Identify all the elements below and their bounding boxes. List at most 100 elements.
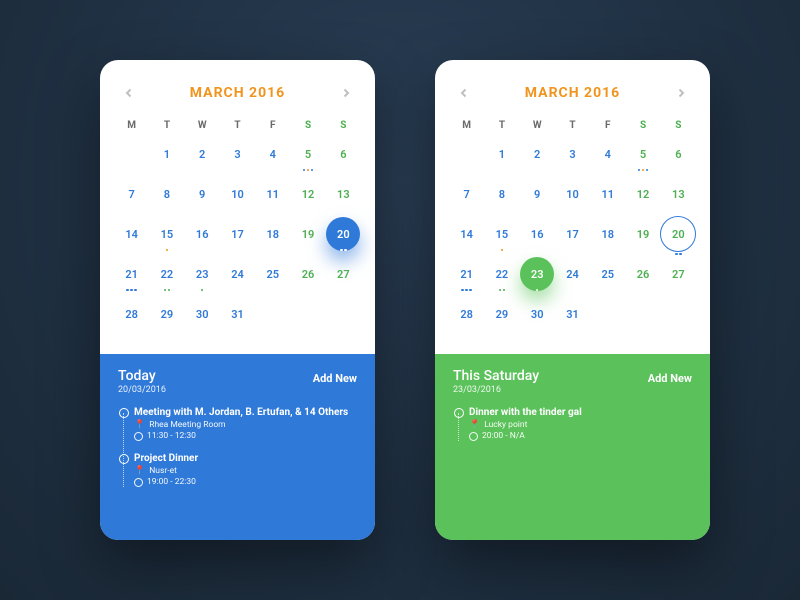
next-month-button[interactable]	[335, 82, 357, 104]
day-cell-8[interactable]: 8	[484, 179, 519, 209]
prev-month-button[interactable]	[118, 82, 140, 104]
day-cell-19[interactable]: 19	[290, 219, 325, 249]
day-of-week: S	[326, 120, 361, 131]
event-timeline: Dinner with the tinder gal📍Lucky point20…	[453, 407, 692, 441]
event-dots	[126, 289, 137, 292]
day-cell-7[interactable]: 7	[449, 179, 484, 209]
day-cell-5[interactable]: 5	[625, 139, 660, 169]
day-of-week: M	[114, 120, 149, 131]
add-new-button[interactable]: Add New	[313, 372, 357, 385]
day-cell-2[interactable]: 2	[520, 139, 555, 169]
day-cell-20[interactable]: 20	[326, 219, 361, 249]
event-dots	[166, 249, 169, 252]
day-cell-13[interactable]: 13	[326, 179, 361, 209]
event-panel: This Saturday23/03/2016 Add New Dinner wit…	[435, 354, 710, 540]
day-cell-25[interactable]: 25	[590, 259, 625, 289]
event-item[interactable]: Meeting with M. Jordan, B. Ertufan, & 14…	[134, 407, 357, 441]
day-cell-5[interactable]: 5	[290, 139, 325, 169]
day-of-week-row: MTWTFSS	[100, 116, 375, 133]
day-cell-23[interactable]: 23	[185, 259, 220, 289]
day-cell-31[interactable]: 31	[555, 299, 590, 329]
event-item[interactable]: Dinner with the tinder gal📍Lucky point20…	[469, 407, 692, 441]
day-of-week: T	[484, 120, 519, 131]
event-dots	[536, 289, 539, 292]
day-cell-1[interactable]: 1	[484, 139, 519, 169]
day-cell-18[interactable]: 18	[590, 219, 625, 249]
day-cell-24[interactable]: 24	[220, 259, 255, 289]
day-of-week: W	[185, 120, 220, 131]
panel-date: 20/03/2016	[118, 385, 166, 395]
day-cell-29[interactable]: 29	[149, 299, 184, 329]
day-cell-21[interactable]: 21	[114, 259, 149, 289]
day-cell-27[interactable]: 27	[661, 259, 696, 289]
day-cell-8[interactable]: 8	[149, 179, 184, 209]
day-cell-29[interactable]: 29	[484, 299, 519, 329]
day-cell-14[interactable]: 14	[449, 219, 484, 249]
day-of-week: S	[625, 120, 660, 131]
day-cell-30[interactable]: 30	[185, 299, 220, 329]
panel-title: Today	[118, 368, 166, 384]
day-cell-24[interactable]: 24	[555, 259, 590, 289]
day-cell-18[interactable]: 18	[255, 219, 290, 249]
day-of-week: M	[449, 120, 484, 131]
calendar-card-today: MARCH 2016MTWTFSS12345678910111213141516…	[100, 60, 375, 540]
event-title: Project Dinner	[134, 453, 357, 464]
day-cell-30[interactable]: 30	[520, 299, 555, 329]
event-item[interactable]: Project Dinner📍Nusr-et19:00 - 22:30	[134, 453, 357, 487]
day-cell-20[interactable]: 20	[661, 219, 696, 249]
day-cell-3[interactable]: 3	[555, 139, 590, 169]
day-cell-1[interactable]: 1	[149, 139, 184, 169]
day-of-week: T	[555, 120, 590, 131]
panel-title: This Saturday	[453, 368, 539, 384]
day-cell-15[interactable]: 15	[484, 219, 519, 249]
day-cell-11[interactable]: 11	[255, 179, 290, 209]
day-cell-15[interactable]: 15	[149, 219, 184, 249]
event-location: 📍Lucky point	[469, 420, 692, 430]
day-cell-28[interactable]: 28	[449, 299, 484, 329]
day-cell-4[interactable]: 4	[590, 139, 625, 169]
day-cell-16[interactable]: 16	[520, 219, 555, 249]
day-cell-27[interactable]: 27	[326, 259, 361, 289]
day-cell-4[interactable]: 4	[255, 139, 290, 169]
day-cell-12[interactable]: 12	[290, 179, 325, 209]
day-cell-19[interactable]: 19	[625, 219, 660, 249]
clock-icon	[469, 432, 478, 441]
day-cell-14[interactable]: 14	[114, 219, 149, 249]
day-cell-10[interactable]: 10	[555, 179, 590, 209]
day-cell-22[interactable]: 22	[149, 259, 184, 289]
pin-icon: 📍	[469, 420, 480, 430]
day-cell-21[interactable]: 21	[449, 259, 484, 289]
calendar-card-saturday: MARCH 2016MTWTFSS12345678910111213141516…	[435, 60, 710, 540]
day-cell-3[interactable]: 3	[220, 139, 255, 169]
day-cell-26[interactable]: 26	[290, 259, 325, 289]
day-cell-31[interactable]: 31	[220, 299, 255, 329]
day-cell-2[interactable]: 2	[185, 139, 220, 169]
day-cell-10[interactable]: 10	[220, 179, 255, 209]
next-month-button[interactable]	[670, 82, 692, 104]
day-cell-16[interactable]: 16	[185, 219, 220, 249]
day-cell-17[interactable]: 17	[555, 219, 590, 249]
day-cell-26[interactable]: 26	[625, 259, 660, 289]
day-cell-13[interactable]: 13	[661, 179, 696, 209]
panel-date: 23/03/2016	[453, 385, 539, 395]
day-cell-17[interactable]: 17	[220, 219, 255, 249]
day-cell-22[interactable]: 22	[484, 259, 519, 289]
day-cell-28[interactable]: 28	[114, 299, 149, 329]
event-location: 📍Nusr-et	[134, 466, 357, 476]
event-dots	[461, 289, 472, 292]
day-cell-25[interactable]: 25	[255, 259, 290, 289]
day-of-week: T	[220, 120, 255, 131]
day-cell-6[interactable]: 6	[326, 139, 361, 169]
pin-icon: 📍	[134, 420, 145, 430]
day-cell-6[interactable]: 6	[661, 139, 696, 169]
day-cell-12[interactable]: 12	[625, 179, 660, 209]
month-label: MARCH 2016	[525, 85, 620, 101]
day-cell-23[interactable]: 23	[520, 259, 555, 289]
day-cell-9[interactable]: 9	[185, 179, 220, 209]
day-cell-9[interactable]: 9	[520, 179, 555, 209]
day-cell-7[interactable]: 7	[114, 179, 149, 209]
clock-icon	[134, 432, 143, 441]
add-new-button[interactable]: Add New	[648, 372, 692, 385]
prev-month-button[interactable]	[453, 82, 475, 104]
day-cell-11[interactable]: 11	[590, 179, 625, 209]
